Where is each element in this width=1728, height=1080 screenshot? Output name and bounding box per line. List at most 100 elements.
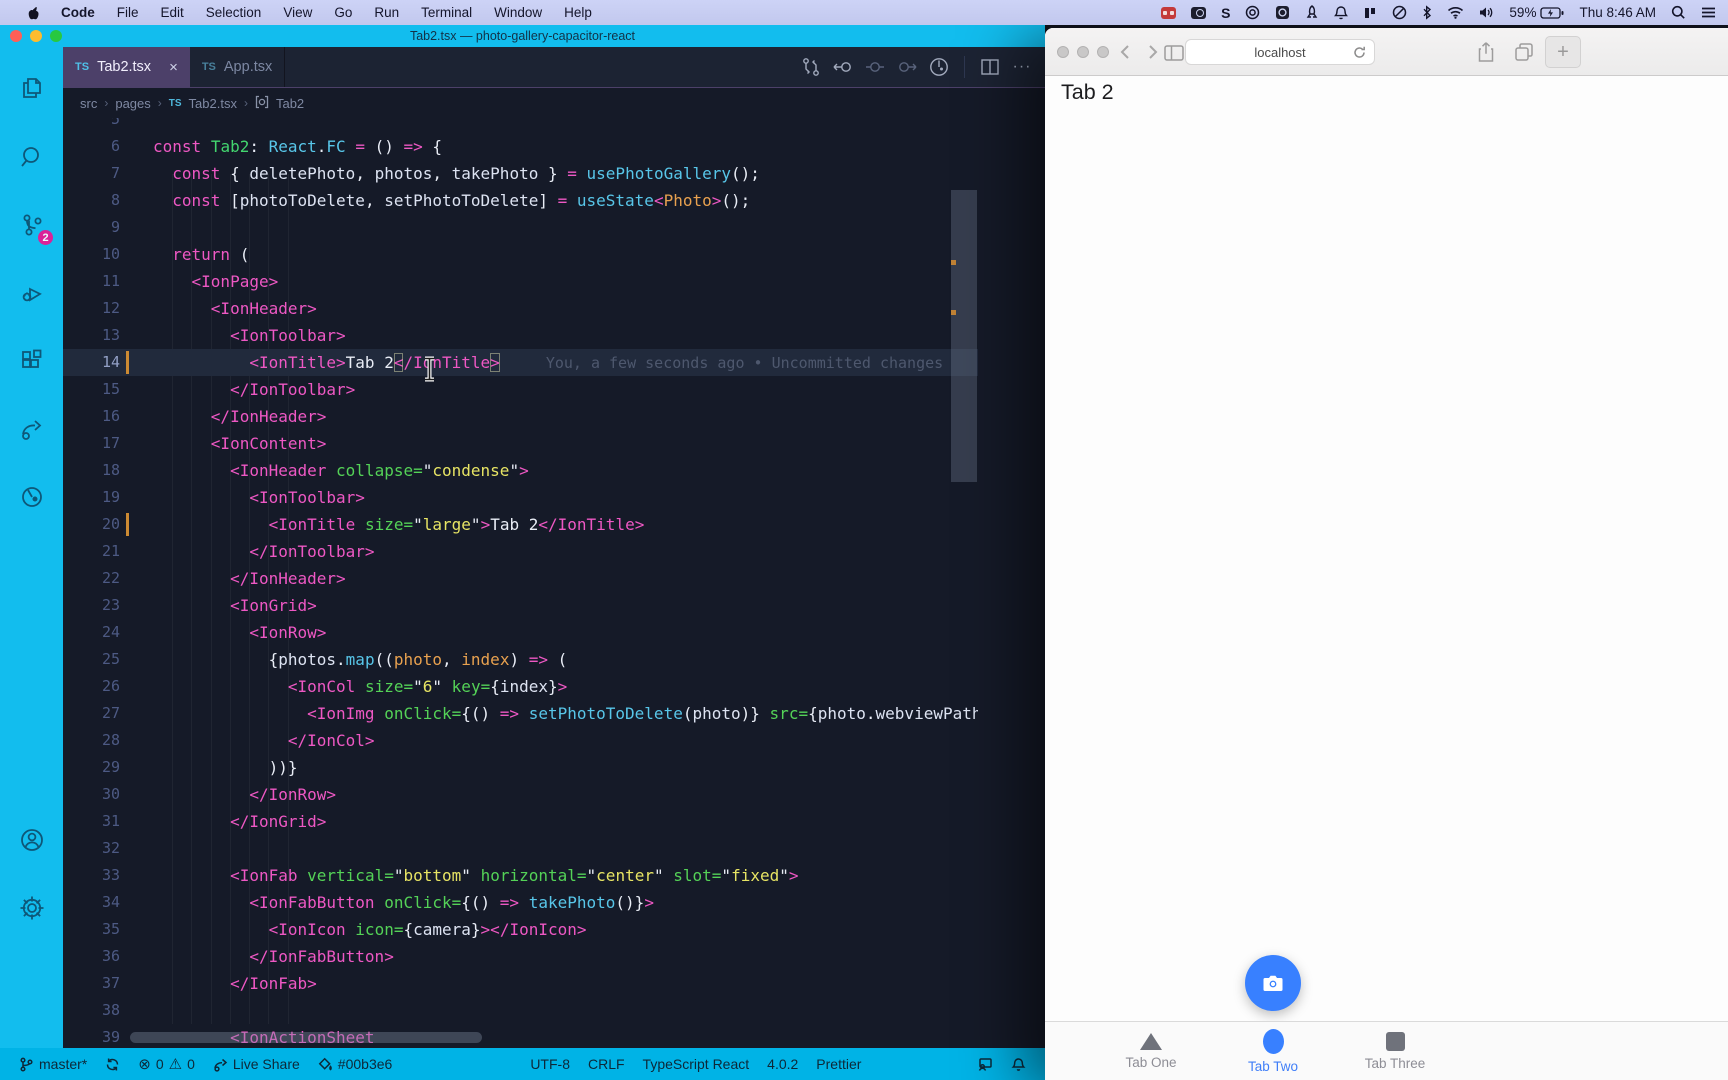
encoding-item[interactable]: UTF-8 <box>521 1056 579 1072</box>
code-line-24[interactable]: 24 <IonRow> <box>63 619 978 646</box>
code-line-22[interactable]: 22 </IonHeader> <box>63 565 978 592</box>
rocket-menu-icon[interactable] <box>1305 5 1319 20</box>
code-line-17[interactable]: 17 <IonContent> <box>63 430 978 457</box>
new-tab-button[interactable]: + <box>1545 36 1581 68</box>
tab-overview-icon[interactable] <box>1511 40 1537 64</box>
horizontal-scrollbar[interactable] <box>130 1032 482 1043</box>
code-line-23[interactable]: 23 <IonGrid> <box>63 592 978 619</box>
menu-item-window[interactable]: Window <box>483 5 553 20</box>
problems-item[interactable]: ⊗ 0 ⚠ 0 <box>129 1055 204 1073</box>
code-line-8[interactable]: 8 const [photoToDelete, setPhotoToDelete… <box>63 187 978 214</box>
timeline-clock-icon[interactable] <box>928 56 950 78</box>
back-button[interactable] <box>1115 41 1137 63</box>
code-line-33[interactable]: 33 <IonFab vertical="bottom" horizontal=… <box>63 862 978 889</box>
code-line-12[interactable]: 12 <IonHeader> <box>63 295 978 322</box>
battery-status[interactable]: 59% <box>1509 5 1564 20</box>
code-line-29[interactable]: 29 ))} <box>63 754 978 781</box>
explorer-icon[interactable] <box>0 55 63 123</box>
camera-fab-button[interactable] <box>1245 955 1301 1011</box>
code-line-6[interactable]: 6 const Tab2: React.FC = () => { <box>63 133 978 160</box>
menu-item-help[interactable]: Help <box>553 5 603 20</box>
menu-item-go[interactable]: Go <box>323 5 363 20</box>
search-icon[interactable] <box>0 123 63 191</box>
volume-menu-icon[interactable] <box>1479 6 1494 19</box>
notification-center-icon[interactable] <box>1701 6 1716 19</box>
breadcrumb-pages[interactable]: pages <box>115 96 150 111</box>
breadcrumb-src[interactable]: src <box>80 96 97 111</box>
source-control-icon[interactable]: 2 <box>0 191 63 259</box>
menu-item-view[interactable]: View <box>272 5 323 20</box>
code-line-30[interactable]: 30 </IonRow> <box>63 781 978 808</box>
menu-item-code[interactable]: Code <box>50 5 106 20</box>
code-line-11[interactable]: 11 <IonPage> <box>63 268 978 295</box>
code-line-9[interactable]: 9 <box>63 214 978 241</box>
address-bar[interactable]: localhost <box>1185 39 1375 65</box>
code-line-31[interactable]: 31 </IonGrid> <box>63 808 978 835</box>
wifi-menu-icon[interactable] <box>1447 6 1464 19</box>
safari-close-button[interactable] <box>1057 46 1069 58</box>
tab-app-tsx[interactable]: TS App.tsx <box>190 47 286 87</box>
sync-item[interactable] <box>96 1057 129 1072</box>
safari-minimize-button[interactable] <box>1077 46 1089 58</box>
camera-menu-icon[interactable] <box>1191 6 1207 19</box>
color-highlight-item[interactable]: #00b3e6 <box>309 1056 402 1072</box>
formatter-item[interactable]: Prettier <box>807 1056 870 1072</box>
ts-version-item[interactable]: 4.0.2 <box>758 1056 807 1072</box>
settings-gear-icon[interactable] <box>0 874 63 942</box>
git-branch-item[interactable]: master* <box>10 1056 96 1072</box>
ion-tab-tab-one[interactable]: Tab One <box>1090 1022 1212 1080</box>
code-line-10[interactable]: 10 return ( <box>63 241 978 268</box>
code-line-14[interactable]: 14 <IonTitle>Tab 2</IonTitle> You, a few … <box>63 349 978 376</box>
live-share-icon[interactable] <box>0 395 63 463</box>
code-line-16[interactable]: 16 </IonHeader> <box>63 403 978 430</box>
code-line-21[interactable]: 21 </IonToolbar> <box>63 538 978 565</box>
screenshot-menu-icon[interactable] <box>1275 5 1290 20</box>
eol-item[interactable]: CRLF <box>579 1056 634 1072</box>
compare-changes-icon[interactable] <box>800 56 822 78</box>
menu-item-selection[interactable]: Selection <box>195 5 273 20</box>
bell-menu-icon[interactable] <box>1334 5 1349 20</box>
code-line-26[interactable]: 26 <IonCol size="6" key={index}> <box>63 673 978 700</box>
spotlight-search-icon[interactable] <box>1671 5 1686 20</box>
forward-button[interactable] <box>1141 41 1163 63</box>
vscode-zoom-button[interactable] <box>50 30 62 42</box>
filmstrip-menu-icon[interactable] <box>1161 6 1177 19</box>
code-line-36[interactable]: 36 </IonFabButton> <box>63 943 978 970</box>
code-line-15[interactable]: 15 </IonToolbar> <box>63 376 978 403</box>
extensions-icon[interactable] <box>0 327 63 395</box>
code-line-25[interactable]: 25 {photos.map((photo, index) => ( <box>63 646 978 673</box>
ion-tab-tab-two[interactable]: Tab Two <box>1212 1022 1334 1080</box>
code-line-28[interactable]: 28 </IonCol> <box>63 727 978 754</box>
code-line-18[interactable]: 18 <IonHeader collapse="condense"> <box>63 457 978 484</box>
code-editor[interactable]: 5 6 const Tab2: React.FC = () => {7 const … <box>63 118 1045 1048</box>
safari-zoom-button[interactable] <box>1097 46 1109 58</box>
code-line-20[interactable]: 20 <IonTitle size="large">Tab 2</IonTitl… <box>63 511 978 538</box>
tab-close-icon[interactable]: × <box>169 59 178 76</box>
live-share-item[interactable]: Live Share <box>204 1056 309 1072</box>
feedback-item[interactable] <box>968 1057 1002 1072</box>
spaces-menu-icon[interactable] <box>1363 6 1377 20</box>
run-debug-icon[interactable] <box>0 259 63 327</box>
code-line-38[interactable]: 38 <box>63 997 978 1024</box>
tab-tab2-tsx[interactable]: TS Tab2.tsx × <box>63 47 190 87</box>
breadcrumb-symbol[interactable]: Tab2 <box>276 96 304 111</box>
ionic-preview-icon[interactable] <box>0 463 63 531</box>
sidebar-icon[interactable] <box>1161 41 1187 65</box>
reload-icon[interactable] <box>1352 45 1367 63</box>
bluetooth-menu-icon[interactable] <box>1422 5 1432 20</box>
menu-item-terminal[interactable]: Terminal <box>410 5 483 20</box>
share-icon[interactable] <box>1473 40 1499 64</box>
code-line-5[interactable]: 5 <box>63 118 978 133</box>
more-actions-icon[interactable]: ··· <box>1011 56 1033 78</box>
do-not-disturb-menu-icon[interactable] <box>1392 5 1407 20</box>
apple-icon[interactable] <box>16 5 50 21</box>
code-line-35[interactable]: 35 <IonIcon icon={camera}></IonIcon> <box>63 916 978 943</box>
vscode-minimize-button[interactable] <box>30 30 42 42</box>
menu-item-run[interactable]: Run <box>363 5 410 20</box>
record-menu-icon[interactable] <box>1245 5 1260 20</box>
vscode-close-button[interactable] <box>10 30 22 42</box>
stats-menu-icon[interactable]: S <box>1221 5 1230 21</box>
notifications-bell-icon[interactable] <box>1002 1057 1035 1072</box>
code-line-19[interactable]: 19 <IonToolbar> <box>63 484 978 511</box>
language-mode-item[interactable]: TypeScript React <box>634 1056 759 1072</box>
